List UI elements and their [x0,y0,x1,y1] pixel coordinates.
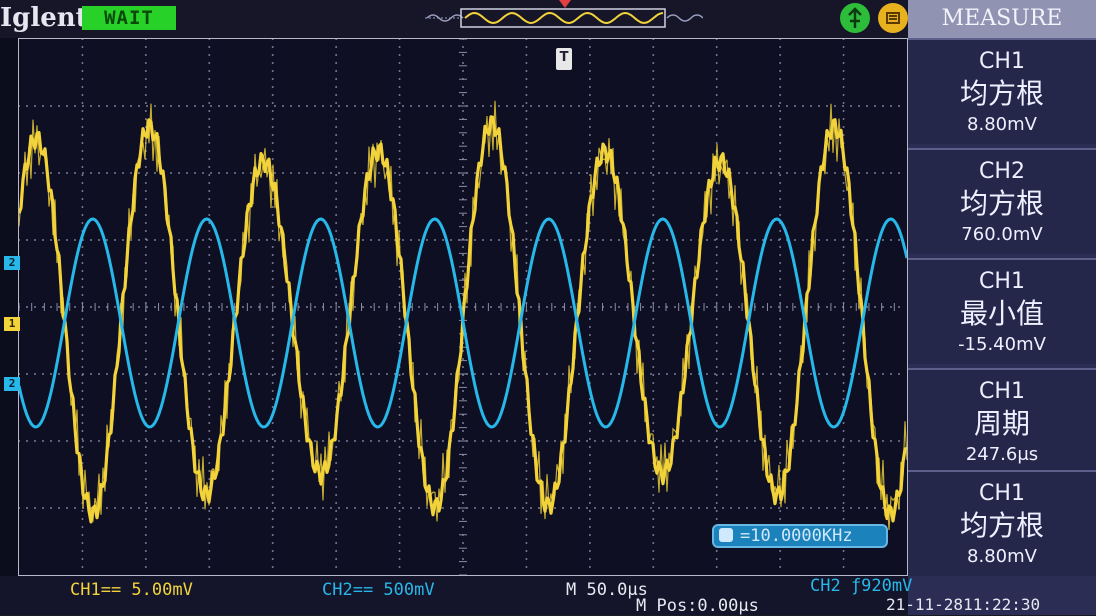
frequency-counter: =10.0000KHz [712,524,888,548]
trigger-readout[interactable]: CH2 ƒ920mV [810,576,912,596]
measure-channel: CH1 [979,481,1025,506]
print-icon[interactable] [878,3,908,33]
ch1-reference-marker[interactable]: 1 [4,317,20,331]
ch1-scale-readout[interactable]: CH1== 5.00mV [70,580,193,600]
measure-channel: CH2 [979,159,1025,184]
run-status-badge[interactable]: WAIT [82,6,176,30]
measure-slot-2[interactable]: CH2 均方根 760.0mV [908,148,1096,254]
trigger-position-marker [559,0,571,8]
measure-type: 均方根 [959,509,1044,542]
measure-panel: MEASURE CH1 均方根 8.80mV CH2 均方根 760.0mV C… [908,0,1096,615]
measure-slot-3[interactable]: CH1 最小值 -15.40mV [908,258,1096,364]
measure-slot-4[interactable]: CH1 周期 247.6μs [908,368,1096,474]
measure-type: 均方根 [959,77,1044,110]
measure-type: 最小值 [959,297,1044,330]
status-bar: CH1== 5.00mV CH2== 500mV M 50.0μs CH2 ƒ9… [0,576,1040,616]
measure-value: 760.0mV [961,224,1043,245]
horizontal-position-readout[interactable]: M Pos:0.00μs [636,596,759,616]
counter-icon [719,528,733,542]
datetime-readout: 21-11-2811:22:30 [886,595,1041,614]
trigger-time-marker: T [556,48,572,70]
ch2-offset-marker[interactable]: 2 [4,377,20,391]
measure-slot-5[interactable]: CH1 均方根 8.80mV [908,470,1096,576]
measure-channel: CH1 [979,269,1025,294]
brand-label: Iglent [0,3,88,33]
usb-icon[interactable] [840,3,870,33]
measure-channel: CH1 [979,379,1025,404]
measure-slot-1[interactable]: CH1 均方根 8.80mV [908,38,1096,144]
measure-type: 周期 [973,407,1030,440]
measure-panel-title: MEASURE [908,0,1096,38]
oscilloscope-screen: Iglent WAIT T 2 1 2 =10.0000KHz MEASURE … [0,0,1096,616]
frequency-value: =10.0000KHz [740,526,853,546]
top-bar: Iglent WAIT [0,0,920,38]
waveform-canvas [17,38,909,576]
ch2-reference-marker[interactable]: 2 [4,256,20,270]
measure-value: 8.80mV [967,114,1037,135]
memory-depth-indicator [425,8,703,28]
measure-channel: CH1 [979,49,1025,74]
measure-value: -15.40mV [958,334,1046,355]
waveform-display[interactable] [17,38,909,576]
measure-type: 均方根 [959,187,1044,220]
ch2-scale-readout[interactable]: CH2== 500mV [322,580,435,600]
measure-value: 8.80mV [967,546,1037,567]
ch2-waveform [17,217,909,429]
measure-value: 247.6μs [965,444,1039,465]
